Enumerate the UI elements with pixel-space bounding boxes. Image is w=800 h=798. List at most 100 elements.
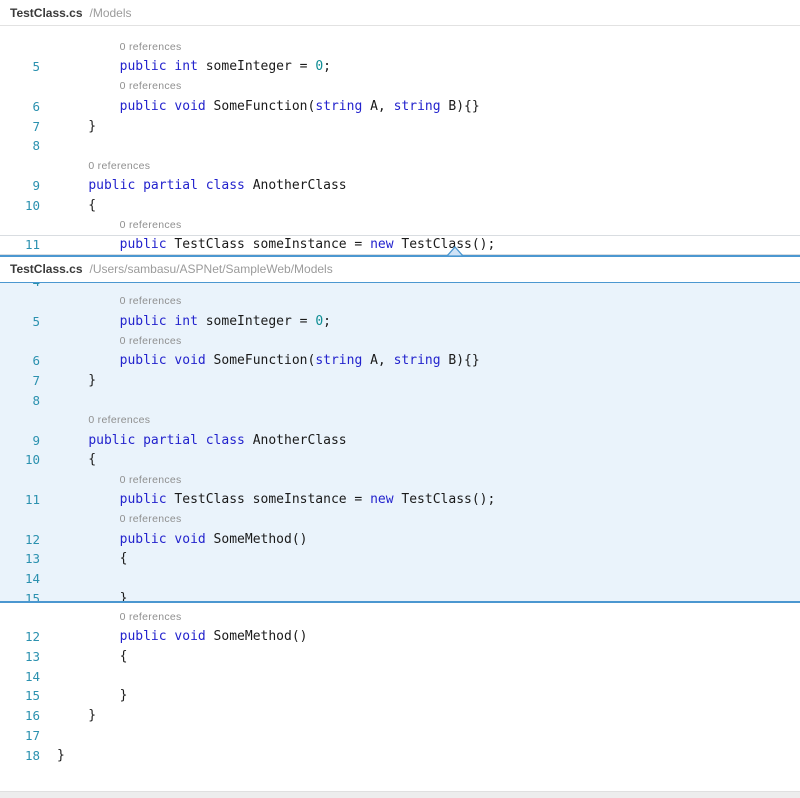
codelens-row[interactable]: 0 references bbox=[0, 607, 800, 627]
editor-top[interactable]: 0 references 5 public int someInteger = 0… bbox=[0, 26, 800, 255]
line-content: public partial class AnotherClass bbox=[40, 433, 347, 448]
line-content: } bbox=[40, 591, 127, 601]
line-content: 0 references bbox=[40, 512, 182, 527]
line-number: 12 bbox=[0, 629, 40, 644]
code-line[interactable]: 13 { bbox=[0, 549, 800, 569]
code-line[interactable]: 10 { bbox=[0, 450, 800, 470]
line-content: public void SomeFunction(string A, strin… bbox=[40, 99, 480, 114]
code-line[interactable]: 6 public void SomeFunction(string A, str… bbox=[0, 96, 800, 116]
peek-header[interactable]: TestClass.cs /Users/sambasu/ASPNet/Sampl… bbox=[0, 257, 800, 283]
code-line[interactable]: 10 { bbox=[0, 195, 800, 215]
document-filename[interactable]: TestClass.cs bbox=[10, 6, 83, 20]
codelens-row[interactable]: 0 references bbox=[0, 410, 800, 430]
code-line[interactable]: 9 public partial class AnotherClass bbox=[0, 176, 800, 196]
line-number: 4 bbox=[0, 283, 40, 289]
code-line[interactable]: 16 } bbox=[0, 706, 800, 726]
code-line[interactable]: 12 public void SomeMethod() bbox=[0, 529, 800, 549]
codelens-references[interactable]: 0 references bbox=[120, 41, 182, 53]
codelens-references[interactable]: 0 references bbox=[120, 295, 182, 307]
code-line[interactable]: 8 bbox=[0, 391, 800, 411]
codelens-references[interactable]: 0 references bbox=[120, 219, 182, 231]
line-content: { bbox=[40, 198, 96, 213]
line-number: 10 bbox=[0, 198, 40, 213]
line-content: public void SomeMethod() bbox=[40, 532, 307, 547]
line-number: 13 bbox=[0, 649, 40, 664]
document-path: /Models bbox=[90, 6, 132, 20]
line-content: } bbox=[40, 688, 127, 703]
code-line[interactable]: 12 public void SomeMethod() bbox=[0, 627, 800, 647]
code-line[interactable]: 8 bbox=[0, 136, 800, 156]
codelens-references[interactable]: 0 references bbox=[120, 335, 182, 347]
code-line[interactable]: 11 public TestClass someInstance = new T… bbox=[0, 490, 800, 510]
line-content: { bbox=[40, 649, 127, 664]
code-line[interactable]: 7 } bbox=[0, 371, 800, 391]
code-line[interactable]: 11 public TestClass someInstance = new T… bbox=[0, 235, 800, 255]
horizontal-scrollbar-track[interactable] bbox=[0, 791, 800, 798]
codelens-row[interactable]: 0 references bbox=[0, 37, 800, 57]
line-content: public int someInteger = 0; bbox=[40, 314, 331, 329]
line-content: } bbox=[40, 748, 65, 763]
code-line[interactable]: 13 { bbox=[0, 646, 800, 666]
code-line[interactable]: 7 } bbox=[0, 116, 800, 136]
line-number: 8 bbox=[0, 393, 40, 408]
line-number: 6 bbox=[0, 353, 40, 368]
codelens-references[interactable]: 0 references bbox=[120, 80, 182, 92]
line-number: 18 bbox=[0, 748, 40, 763]
code-line[interactable]: 14 bbox=[0, 569, 800, 589]
codelens-row[interactable]: 0 references bbox=[0, 331, 800, 351]
code-line[interactable]: 18} bbox=[0, 745, 800, 765]
code-line[interactable]: 4 bbox=[0, 283, 800, 292]
line-content: 0 references bbox=[40, 79, 182, 94]
code-line[interactable]: 6 public void SomeFunction(string A, str… bbox=[0, 351, 800, 371]
line-number: 7 bbox=[0, 119, 40, 134]
line-number: 12 bbox=[0, 532, 40, 547]
line-content: public int someInteger = 0; bbox=[40, 59, 331, 74]
codelens-references[interactable]: 0 references bbox=[120, 611, 182, 623]
code-line[interactable]: 15 } bbox=[0, 686, 800, 706]
line-content: public TestClass someInstance = new Test… bbox=[40, 492, 495, 507]
line-number: 14 bbox=[0, 669, 40, 684]
line-content: public partial class AnotherClass bbox=[40, 178, 347, 193]
line-content: 0 references bbox=[40, 39, 182, 54]
peek-body[interactable]: 4 0 references 5 public int someInteger =… bbox=[0, 283, 800, 601]
codelens-row[interactable]: 0 references bbox=[0, 292, 800, 312]
editor-tab-bar: TestClass.cs /Models bbox=[0, 0, 800, 26]
code-line[interactable]: 14 bbox=[0, 666, 800, 686]
line-number: 17 bbox=[0, 728, 40, 743]
line-number: 6 bbox=[0, 99, 40, 114]
line-number: 10 bbox=[0, 452, 40, 467]
line-content: { bbox=[40, 452, 96, 467]
code-line[interactable]: 5 public int someInteger = 0; bbox=[0, 57, 800, 77]
code-line[interactable]: 15 } bbox=[0, 589, 800, 601]
code-line[interactable]: 17 bbox=[0, 726, 800, 746]
codelens-references[interactable]: 0 references bbox=[88, 160, 150, 172]
line-number: 16 bbox=[0, 708, 40, 723]
line-number: 11 bbox=[0, 237, 40, 252]
line-number: 9 bbox=[0, 433, 40, 448]
code-line[interactable]: 9 public partial class AnotherClass bbox=[0, 430, 800, 450]
codelens-row[interactable]: 0 references bbox=[0, 77, 800, 97]
peek-filepath: /Users/sambasu/ASPNet/SampleWeb/Models bbox=[90, 262, 333, 276]
line-content: 0 references bbox=[40, 609, 182, 624]
line-number: 13 bbox=[0, 551, 40, 566]
editor-bottom[interactable]: 0 references12 public void SomeMethod()1… bbox=[0, 603, 800, 765]
line-content: } bbox=[40, 373, 96, 388]
codelens-row[interactable]: 0 references bbox=[0, 156, 800, 176]
line-content: public TestClass someInstance = new Test… bbox=[40, 237, 495, 252]
codelens-row[interactable]: 0 references bbox=[0, 470, 800, 490]
codelens-references[interactable]: 0 references bbox=[88, 414, 150, 426]
line-content: 0 references bbox=[40, 413, 150, 428]
peek-definition-window[interactable]: TestClass.cs /Users/sambasu/ASPNet/Sampl… bbox=[0, 255, 800, 603]
codelens-references[interactable]: 0 references bbox=[120, 513, 182, 525]
code-line[interactable]: 5 public int someInteger = 0; bbox=[0, 311, 800, 331]
line-number: 7 bbox=[0, 373, 40, 388]
line-content: public void SomeFunction(string A, strin… bbox=[40, 353, 480, 368]
line-number: 15 bbox=[0, 591, 40, 601]
line-content: } bbox=[40, 119, 96, 134]
codelens-row[interactable]: 0 references bbox=[0, 215, 800, 235]
codelens-row[interactable]: 0 references bbox=[0, 509, 800, 529]
line-content: 0 references bbox=[40, 158, 150, 173]
line-content: { bbox=[40, 551, 127, 566]
codelens-references[interactable]: 0 references bbox=[120, 474, 182, 486]
peek-filename: TestClass.cs bbox=[10, 262, 83, 276]
